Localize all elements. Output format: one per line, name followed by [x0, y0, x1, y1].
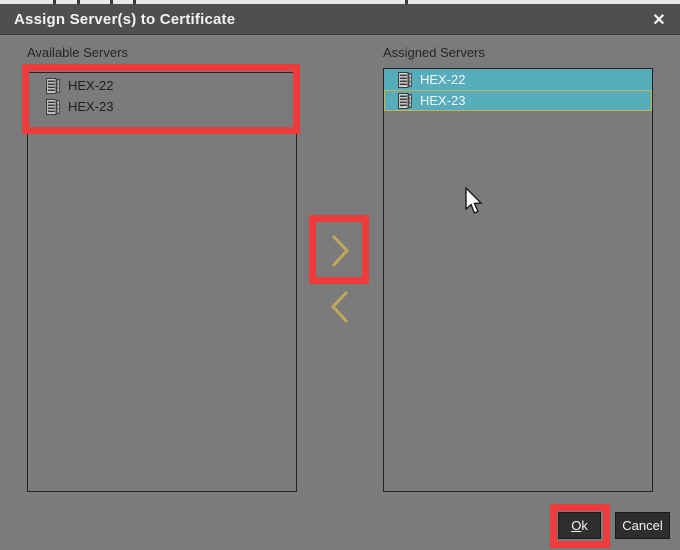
unassign-button[interactable] — [327, 289, 353, 325]
assigned-servers-label: Assigned Servers — [383, 45, 485, 60]
cancel-button[interactable]: Cancel — [615, 512, 670, 539]
list-item-selected[interactable]: HEX-22 — [384, 69, 652, 90]
assign-button[interactable] — [327, 233, 353, 269]
ok-button-mnemonic: O — [571, 518, 581, 533]
server-icon — [46, 78, 60, 94]
assigned-servers-list[interactable]: HEX-22 HEX-23 — [383, 68, 653, 492]
server-icon — [398, 72, 412, 88]
server-icon — [46, 99, 60, 115]
chevron-right-icon — [327, 233, 353, 269]
server-icon — [398, 93, 412, 109]
available-servers-list[interactable]: HEX-22 HEX-23 — [27, 72, 297, 492]
chevron-left-icon — [327, 289, 353, 325]
list-item[interactable]: HEX-23 — [28, 96, 296, 117]
list-item-selected-focused[interactable]: HEX-23 — [384, 90, 652, 111]
cancel-button-label: Cancel — [622, 518, 662, 533]
list-item[interactable]: HEX-22 — [28, 75, 296, 96]
dialog-title: Assign Server(s) to Certificate — [14, 11, 235, 28]
ok-button[interactable]: Ok — [558, 512, 601, 539]
dialog-titlebar: Assign Server(s) to Certificate ✕ — [0, 4, 680, 35]
close-icon[interactable]: ✕ — [646, 7, 672, 33]
ok-button-label-rest: k — [581, 518, 588, 533]
server-name: HEX-22 — [68, 78, 114, 93]
server-name: HEX-22 — [420, 72, 466, 87]
server-name: HEX-23 — [420, 93, 466, 108]
server-name: HEX-23 — [68, 99, 114, 114]
available-servers-label: Available Servers — [27, 45, 128, 60]
assign-servers-dialog: Assign Server(s) to Certificate ✕ Availa… — [0, 0, 680, 550]
